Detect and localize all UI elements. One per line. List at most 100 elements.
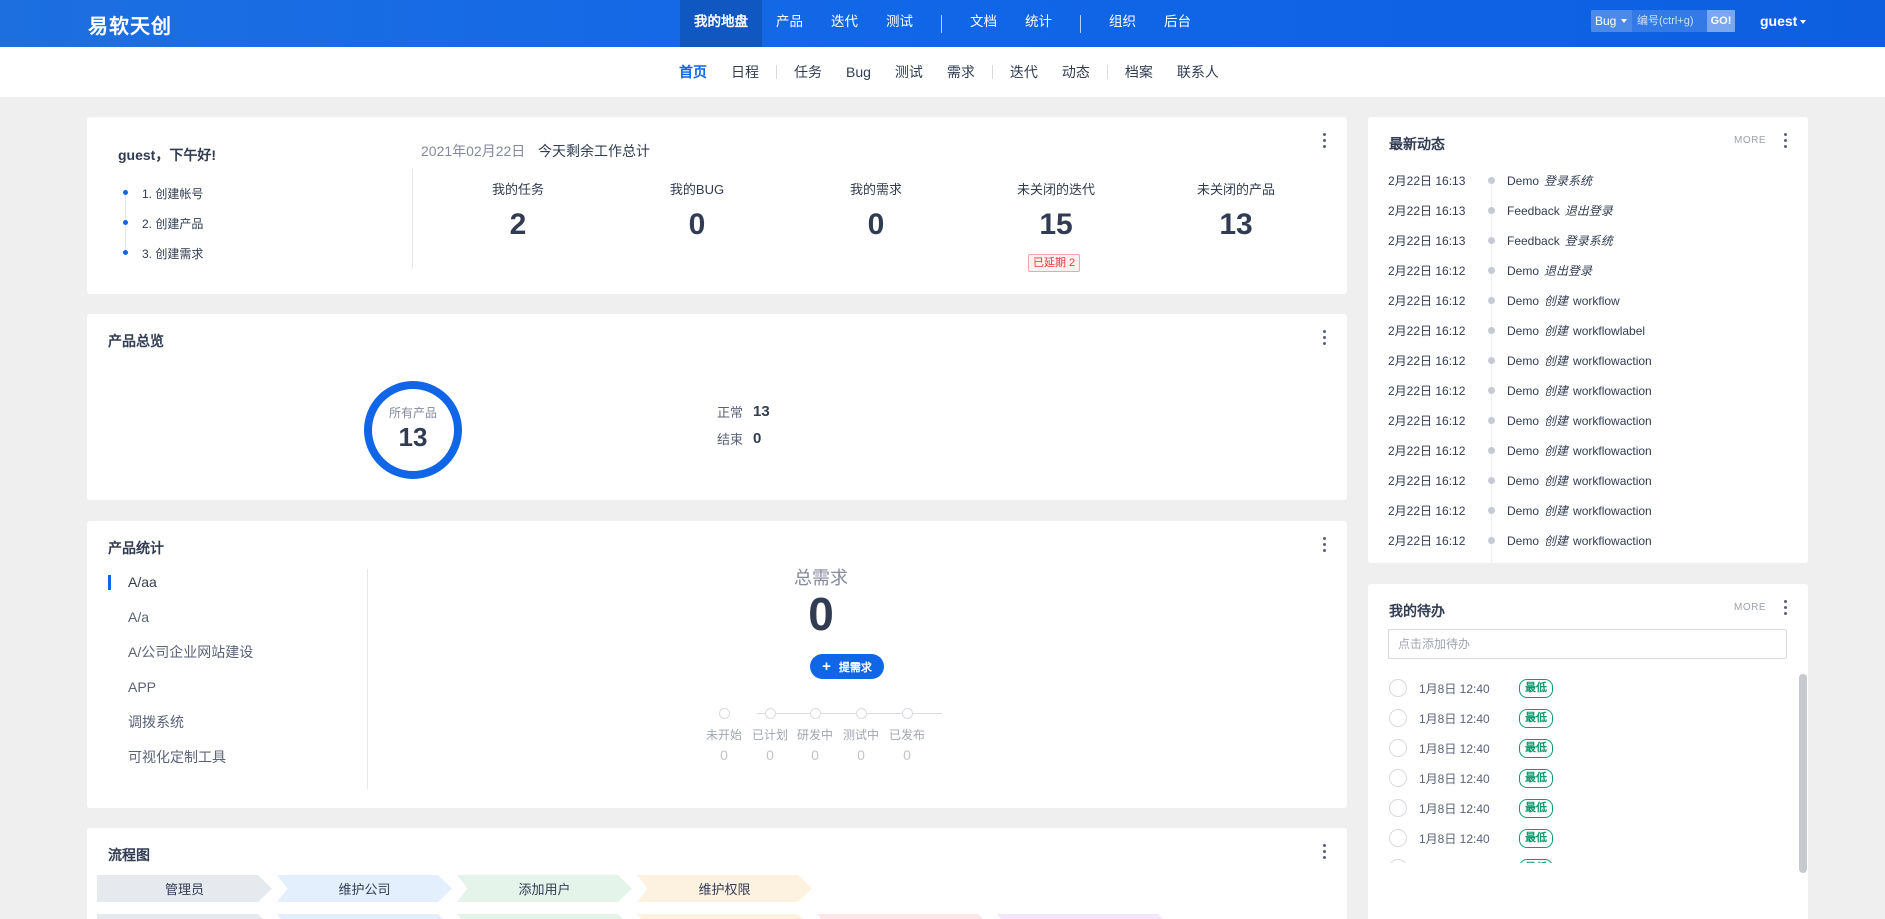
main-nav-item[interactable]: 统计 bbox=[1011, 0, 1066, 47]
dynamics-panel: 最新动态 MORE 2月22日 16:13 Demo 登录系统 2月22日 16:13… bbox=[1368, 117, 1808, 563]
user-menu[interactable]: guest bbox=[1760, 13, 1807, 29]
todo-item[interactable]: 1月8日 12:40最低 bbox=[1368, 733, 1798, 763]
flow-step[interactable] bbox=[97, 914, 272, 919]
flow-step[interactable]: 维护公司 bbox=[277, 875, 452, 902]
todo-checkbox[interactable] bbox=[1389, 799, 1407, 817]
step-dot bbox=[123, 250, 128, 255]
main-nav-item[interactable]: 产品 bbox=[762, 0, 817, 47]
dynamic-item[interactable]: 2月22日 16:12Demo创建workflowaction bbox=[1368, 495, 1808, 525]
flow-step[interactable] bbox=[277, 914, 452, 919]
sub-nav-item[interactable]: Bug bbox=[834, 64, 883, 80]
dynamic-item[interactable]: 2月22日 16:12Demo创建workflowaction bbox=[1368, 525, 1808, 555]
dynamic-item[interactable]: 2月22日 16:12Demo创建workflowaction bbox=[1368, 465, 1808, 495]
dynamic-text: Feedback 退出登录 bbox=[1507, 202, 1613, 219]
todo-time: 1月8日 12:40 bbox=[1419, 831, 1490, 846]
add-todo-input[interactable] bbox=[1388, 629, 1787, 659]
dynamic-item[interactable]: 2月22日 16:12 Demo 创建 workflowlabel bbox=[1368, 315, 1808, 345]
priority-badge: 最低 bbox=[1519, 828, 1553, 848]
main-nav-item[interactable]: 后台 bbox=[1150, 0, 1205, 47]
sub-nav-item[interactable]: 动态 bbox=[1050, 62, 1102, 82]
search-type-select[interactable]: Bug bbox=[1591, 10, 1632, 32]
more-options-icon[interactable] bbox=[1323, 844, 1327, 860]
priority-badge: 最低 bbox=[1519, 678, 1553, 698]
stat-block[interactable]: 未关闭的产品 13 bbox=[1176, 179, 1296, 242]
dynamic-object: Demo bbox=[1507, 293, 1540, 308]
search-go-button[interactable]: GO! bbox=[1707, 10, 1735, 32]
sub-nav-item[interactable]: 测试 bbox=[883, 62, 935, 82]
todo-checkbox[interactable] bbox=[1389, 709, 1407, 727]
product-list-item[interactable]: 调拨系统 bbox=[87, 709, 367, 744]
todo-checkbox[interactable] bbox=[1389, 829, 1407, 847]
add-requirement-button[interactable]: + 提需求 bbox=[810, 654, 884, 679]
flow-step[interactable]: 添加用户 bbox=[457, 875, 632, 902]
sub-nav-item[interactable]: 需求 bbox=[935, 62, 987, 82]
onboarding-step[interactable]: 2. 创建产品 bbox=[123, 215, 203, 245]
onboarding-step[interactable]: 3. 创建需求 bbox=[123, 245, 203, 275]
main-nav-item[interactable]: 迭代 bbox=[817, 0, 872, 47]
todo-item[interactable]: 1月8日 12:40最低 bbox=[1368, 793, 1798, 823]
sub-nav-item[interactable]: 任务 bbox=[782, 62, 834, 82]
main-nav-item[interactable]: 组织 bbox=[1095, 0, 1150, 47]
flow-step[interactable] bbox=[997, 914, 1172, 919]
product-list-item[interactable]: A/公司企业网站建设 bbox=[87, 639, 367, 674]
more-options-icon[interactable] bbox=[1323, 133, 1327, 149]
more-link[interactable]: MORE bbox=[1734, 135, 1766, 146]
search-input[interactable] bbox=[1632, 10, 1707, 32]
flow-step[interactable]: 维护权限 bbox=[637, 875, 812, 902]
priority-badge: 最低 bbox=[1519, 768, 1553, 788]
dynamic-item[interactable]: 2月22日 16:12Demo创建workflowaction bbox=[1368, 345, 1808, 375]
product-list-item[interactable]: APP bbox=[87, 674, 367, 709]
todo-scrollbar[interactable] bbox=[1799, 674, 1807, 873]
product-list-item[interactable]: A/aa bbox=[87, 569, 367, 604]
todo-item[interactable]: 1月8日 12:40最低 bbox=[1368, 763, 1798, 793]
todo-item[interactable]: 1月8日 12:40 最低 bbox=[1368, 823, 1798, 853]
sub-nav-item[interactable]: 档案 bbox=[1113, 62, 1165, 82]
dynamic-item[interactable]: 2月22日 16:12 Demo 创建 workflow bbox=[1368, 285, 1808, 315]
stat-value: 0 bbox=[688, 208, 706, 241]
todo-checkbox[interactable] bbox=[1389, 739, 1407, 757]
product-list-item[interactable]: A/a bbox=[87, 604, 367, 639]
sub-nav-item[interactable]: 联系人 bbox=[1165, 62, 1231, 82]
dynamic-item[interactable]: 2月22日 16:12 Demo 退出登录 bbox=[1368, 255, 1808, 285]
more-options-icon[interactable] bbox=[1784, 133, 1788, 149]
todo-item[interactable]: 1月8日 12:40最低 bbox=[1368, 703, 1798, 733]
sub-nav-item[interactable]: 迭代 bbox=[998, 62, 1050, 82]
main-nav-item[interactable]: 文档 bbox=[956, 0, 1011, 47]
flow-step[interactable]: 管理员 bbox=[97, 875, 272, 902]
todo-checkbox[interactable] bbox=[1389, 769, 1407, 787]
delay-badge[interactable]: 已延期 2 bbox=[1028, 254, 1081, 272]
product-list-item[interactable]: 可视化定制工具 bbox=[87, 744, 367, 779]
dynamic-item[interactable]: 2月22日 16:12Demo创建workflowaction bbox=[1368, 405, 1808, 435]
todo-item[interactable]: 1月8日 12:40最低 bbox=[1368, 853, 1798, 863]
dynamic-text: Demo 登录系统 bbox=[1507, 172, 1592, 189]
priority-badge: 最低 bbox=[1519, 798, 1553, 818]
main-nav-item[interactable]: 我的地盘 bbox=[680, 0, 762, 47]
stat-block[interactable]: 我的任务 2 bbox=[458, 179, 578, 242]
stat-block[interactable]: 我的需求 0 bbox=[816, 179, 936, 242]
stat-block[interactable]: 未关闭的迭代 15 bbox=[996, 179, 1116, 242]
dynamic-item[interactable]: 2月22日 16:13 Feedback 登录系统 bbox=[1368, 225, 1808, 255]
more-options-icon[interactable] bbox=[1784, 600, 1788, 616]
onboarding-step[interactable]: 1. 创建帐号 bbox=[123, 185, 203, 215]
scrollbar-thumb[interactable] bbox=[1799, 674, 1807, 873]
flow-step[interactable] bbox=[457, 914, 632, 919]
todo-checkbox[interactable] bbox=[1389, 679, 1407, 697]
dynamic-text: Demo 创建 workflowaction bbox=[1507, 382, 1652, 399]
app-logo[interactable]: 易软天创 bbox=[88, 10, 172, 39]
flow-step[interactable] bbox=[637, 914, 812, 919]
dynamic-item[interactable]: 2月22日 16:12Demo创建workflowaction bbox=[1368, 555, 1808, 563]
more-options-icon[interactable] bbox=[1323, 537, 1327, 553]
dynamic-item[interactable]: 2月22日 16:12Demo创建workflowaction bbox=[1368, 435, 1808, 465]
main-nav-item[interactable]: 测试 bbox=[872, 0, 927, 47]
more-link[interactable]: MORE bbox=[1734, 602, 1766, 613]
dynamic-item[interactable]: 2月22日 16:13 Feedback 退出登录 bbox=[1368, 195, 1808, 225]
dynamic-item[interactable]: 2月22日 16:12Demo创建workflowaction bbox=[1368, 375, 1808, 405]
dynamic-item[interactable]: 2月22日 16:13 Demo 登录系统 bbox=[1368, 165, 1808, 195]
more-options-icon[interactable] bbox=[1323, 330, 1327, 346]
todo-item[interactable]: 1月8日 12:40最低 bbox=[1368, 673, 1798, 703]
sub-nav-item[interactable]: 首页 bbox=[667, 62, 719, 82]
stat-block[interactable]: 我的BUG 0 bbox=[637, 179, 757, 242]
flow-step[interactable] bbox=[817, 914, 992, 919]
todo-checkbox[interactable] bbox=[1389, 859, 1407, 863]
sub-nav-item[interactable]: 日程 bbox=[719, 62, 771, 82]
